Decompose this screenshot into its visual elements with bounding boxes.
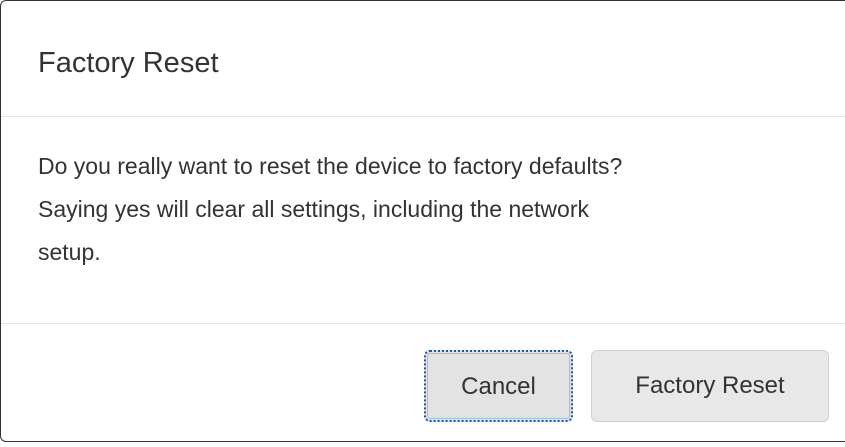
dialog-body: Do you really want to reset the device t… xyxy=(1,117,845,323)
factory-reset-dialog: Factory Reset Do you really want to rese… xyxy=(0,0,845,442)
cancel-button[interactable]: Cancel xyxy=(424,350,573,422)
dialog-message-line-2: Saying yes will clear all settings, incl… xyxy=(38,196,589,222)
dialog-footer: Cancel Factory Reset xyxy=(1,323,845,443)
dialog-title: Factory Reset xyxy=(38,47,219,79)
page: Factory Reset Do you really want to rese… xyxy=(0,0,845,447)
dialog-message-line-1: Do you really want to reset the device t… xyxy=(38,153,623,179)
dialog-message: Do you really want to reset the device t… xyxy=(38,145,838,274)
factory-reset-button[interactable]: Factory Reset xyxy=(591,350,829,422)
dialog-message-line-3: setup. xyxy=(38,239,101,265)
dialog-header: Factory Reset xyxy=(1,1,845,117)
